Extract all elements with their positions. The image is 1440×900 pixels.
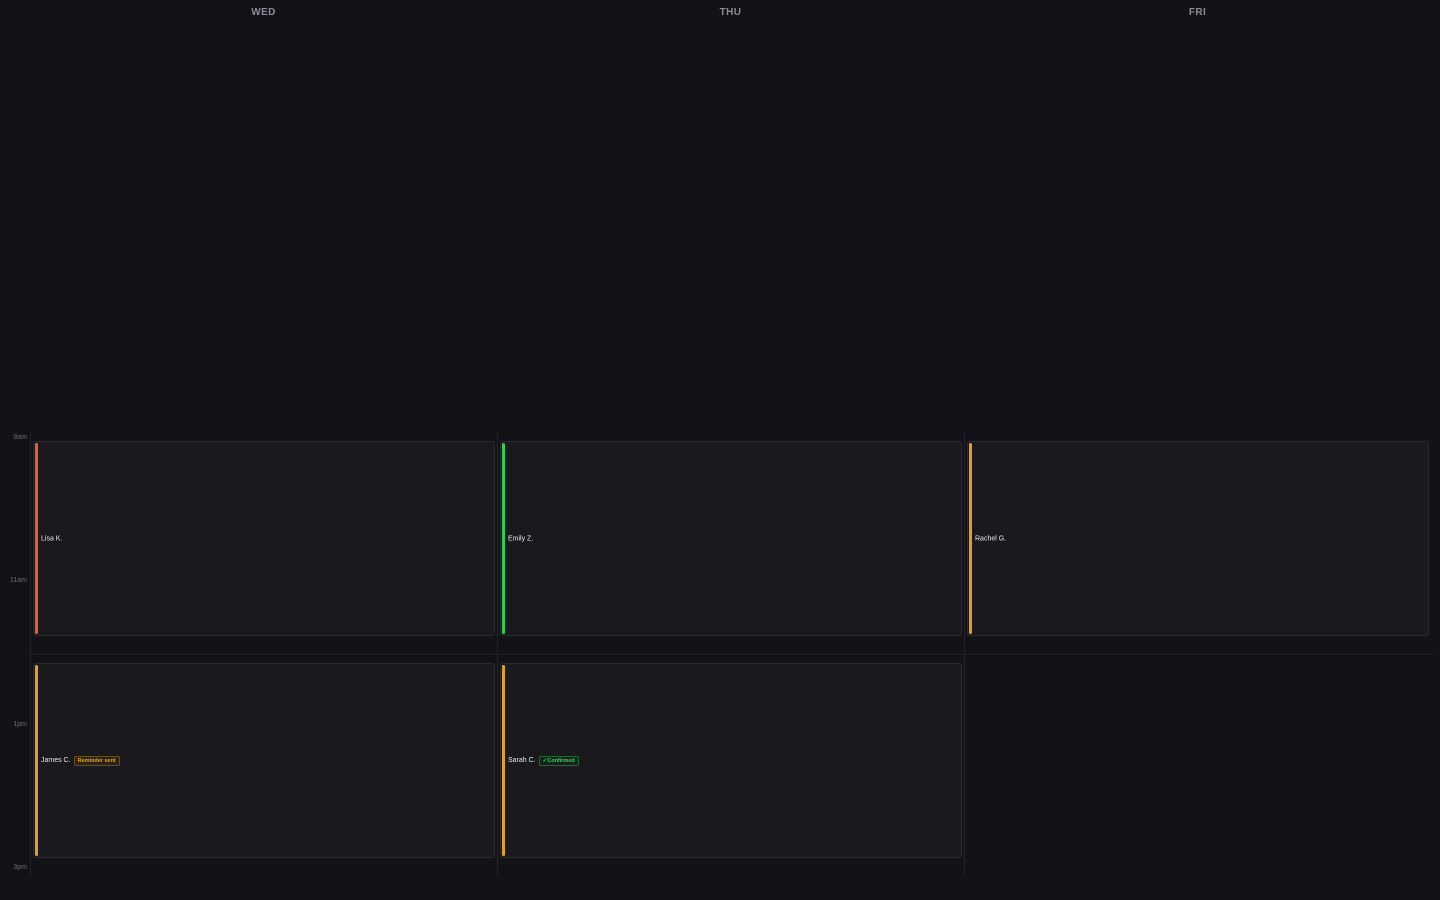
time-label-3pm: 3pm [13,864,27,871]
event-card-rachel[interactable]: Rachel G. [967,441,1429,636]
event-name: James C. [41,757,71,764]
event-accent-bar [35,665,38,856]
event-accent-bar [35,443,38,634]
time-label-1pm: 1pm [13,721,27,728]
row-divider [31,654,1434,655]
status-badge-reminder: Reminder sent [73,755,120,766]
event-name: Rachel G. [975,535,1007,542]
status-badge-confirmed: ✓Confirmed [538,755,579,766]
event-name: Lisa K. [41,535,63,542]
event-card-sarah[interactable]: Sarah C. ✓Confirmed [500,663,962,858]
event-card-lisa[interactable]: Lisa K. [33,441,495,636]
day-header-thu: THU [719,7,742,18]
event-accent-bar [502,665,505,856]
event-accent-bar [502,443,505,634]
event-name: Emily Z. [508,535,534,542]
event-name: Sarah C. [508,757,536,764]
day-header-wed: WED [251,7,276,18]
day-header-fri: FRI [1188,7,1207,18]
event-card-emily[interactable]: Emily Z. [500,441,962,636]
time-label-9am: 9am [13,434,27,441]
event-accent-bar [969,443,972,634]
time-label-11am: 11am [10,577,27,584]
event-card-james[interactable]: James C. Reminder sent [33,663,495,858]
